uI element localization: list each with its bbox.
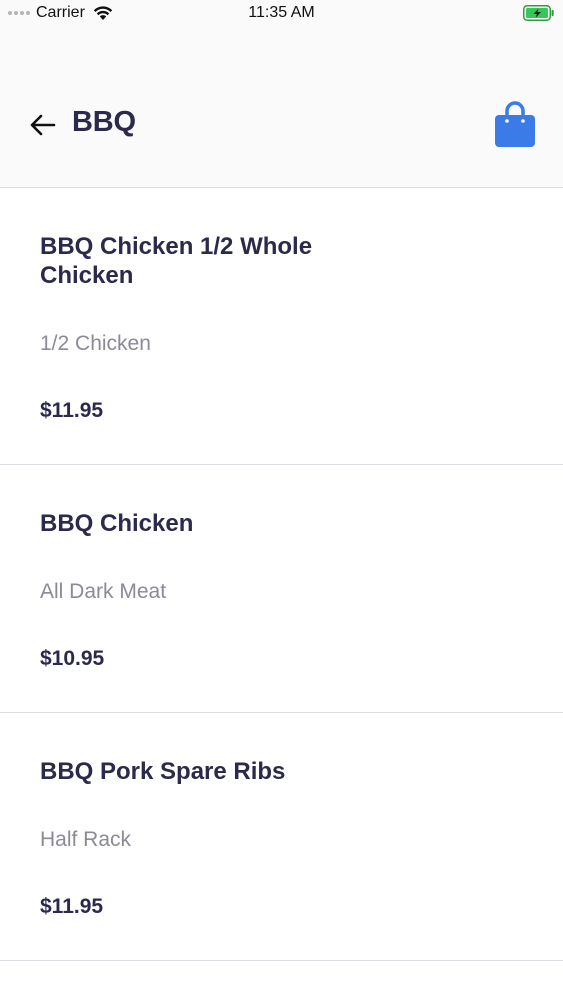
battery-charging-icon <box>523 5 554 21</box>
menu-item[interactable]: BBQ Pork Spare Ribs Half Rack $11.95 <box>0 713 563 961</box>
item-name: BBQ Chicken 1/2 Whole Chicken <box>40 233 313 289</box>
shopping-bag-icon[interactable] <box>494 100 536 148</box>
status-bar: Carrier 11:35 AM <box>0 0 563 28</box>
item-description: All Dark Meat <box>40 580 167 603</box>
item-name: BBQ Pork Spare Ribs <box>40 758 286 785</box>
status-time: 11:35 AM <box>248 4 315 21</box>
item-description: Half Rack <box>40 828 132 851</box>
header: BBQ <box>0 28 563 188</box>
menu-item[interactable]: BBQ Chicken All Dark Meat $10.95 <box>0 465 563 713</box>
arrow-left-icon[interactable] <box>28 110 58 140</box>
page-title: BBQ <box>72 106 136 138</box>
menu-list: BBQ Chicken 1/2 Whole Chicken 1/2 Chicke… <box>0 188 563 961</box>
menu-item[interactable]: BBQ Chicken 1/2 Whole Chicken 1/2 Chicke… <box>0 188 563 465</box>
item-price: $11.95 <box>40 895 104 918</box>
item-description: 1/2 Chicken <box>40 332 151 355</box>
item-price: $10.95 <box>40 647 105 670</box>
item-name: BBQ Chicken <box>40 510 194 537</box>
item-price: $11.95 <box>40 399 104 422</box>
